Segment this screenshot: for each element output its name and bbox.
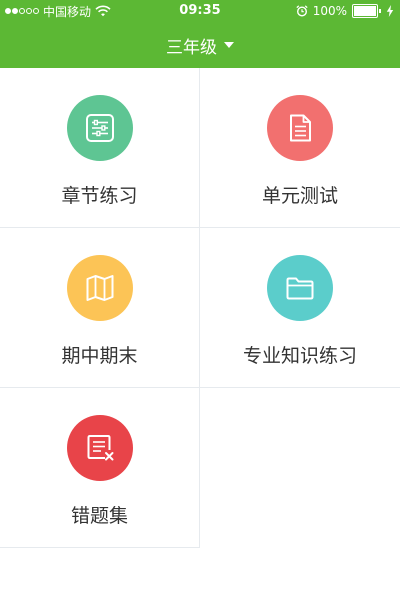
unit-test-icon-circle	[267, 95, 333, 161]
menu-item-label: 错题集	[70, 505, 128, 527]
charging-bolt-icon	[386, 5, 394, 17]
status-bar: 中国移动 09:35 100%	[0, 0, 400, 22]
wrong-questions-icon-circle	[67, 415, 133, 481]
status-right: 100%	[296, 3, 394, 19]
battery-icon	[352, 4, 381, 18]
menu-item-label: 专业知识练习	[242, 345, 357, 367]
folder-icon	[286, 277, 314, 300]
menu-item-label: 章节练习	[61, 185, 138, 207]
menu-item-unit-test[interactable]: 单元测试	[200, 68, 400, 228]
sliders-list-icon	[86, 114, 114, 142]
chapter-practice-icon-circle	[67, 95, 133, 161]
grade-selector[interactable]: 三年级	[0, 33, 400, 58]
header-bar: 中国移动 09:35 100% 三年级	[0, 0, 400, 68]
map-icon	[86, 275, 114, 301]
professional-knowledge-icon-circle	[267, 255, 333, 321]
menu-item-midterm-final[interactable]: 期中期末	[0, 228, 200, 388]
alarm-clock-icon	[296, 5, 308, 17]
wrong-questions-icon	[87, 435, 114, 461]
caret-down-icon	[224, 42, 234, 48]
midterm-final-icon-circle	[67, 255, 133, 321]
menu-item-chapter-practice[interactable]: 章节练习	[0, 68, 200, 228]
menu-item-professional-knowledge[interactable]: 专业知识练习	[200, 228, 400, 388]
menu-item-wrong-questions[interactable]: 错题集	[0, 388, 200, 548]
menu-item-label: 单元测试	[261, 185, 338, 207]
document-icon	[290, 114, 311, 142]
grade-selector-label: 三年级	[166, 37, 217, 58]
menu-item-label: 期中期末	[61, 345, 138, 367]
battery-percentage: 100%	[312, 4, 347, 18]
